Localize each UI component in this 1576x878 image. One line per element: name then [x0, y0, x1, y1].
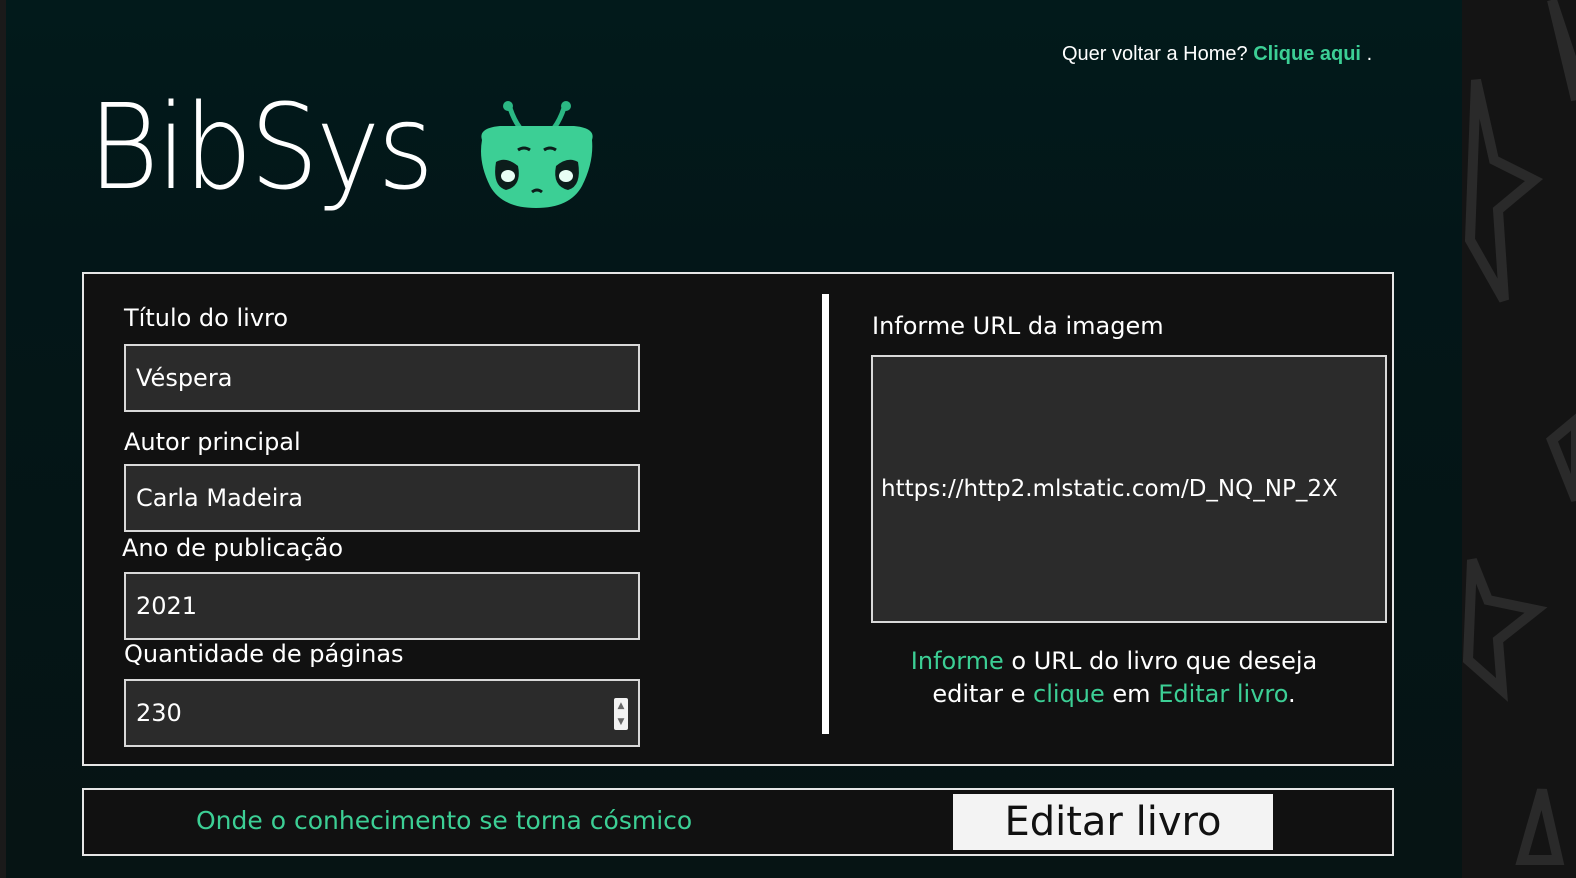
hint-highlight-informe: Informe: [910, 647, 1004, 675]
image-url-label: Informe URL da imagem: [872, 312, 1164, 340]
alien-mascot-icon: [481, 101, 593, 208]
author-input[interactable]: Carla Madeira: [124, 464, 640, 532]
pages-label: Quantidade de páginas: [124, 640, 404, 668]
hint-highlight-clique: clique: [1033, 680, 1105, 708]
edit-book-button[interactable]: Editar livro: [953, 794, 1273, 850]
image-url-input[interactable]: https://http2.mlstatic.com/D_NQ_NP_2X: [871, 355, 1387, 623]
bibsys-logo: BibSys: [88, 78, 434, 216]
hint-text-3: .: [1288, 680, 1296, 708]
pages-value: 230: [136, 699, 182, 727]
pages-input[interactable]: 230 ▲ ▼: [124, 679, 640, 747]
tagline: Onde o conhecimento se torna cósmico: [196, 806, 693, 835]
home-navigation: Quer voltar a Home? Clique aqui .: [1062, 43, 1372, 66]
home-prompt: Quer voltar a Home?: [1062, 43, 1248, 65]
starry-background: [1462, 0, 1576, 878]
hint-highlight-editar: Editar livro: [1158, 680, 1289, 708]
stepper-up-icon[interactable]: ▲: [614, 698, 628, 714]
title-label: Título do livro: [124, 304, 289, 332]
title-input[interactable]: Véspera: [124, 344, 640, 412]
stepper-down-icon[interactable]: ▼: [614, 714, 628, 730]
pages-stepper[interactable]: ▲ ▼: [614, 698, 628, 730]
year-label: Ano de publicação: [122, 534, 344, 562]
home-suffix: .: [1366, 43, 1373, 65]
year-input[interactable]: 2021: [124, 572, 640, 640]
form-divider: [822, 294, 829, 734]
home-link[interactable]: Clique aqui: [1253, 43, 1361, 65]
star-decoration-icons: [1462, 0, 1576, 865]
author-label: Autor principal: [124, 428, 301, 456]
edit-hint: Informe o URL do livro que deseja editar…: [872, 645, 1356, 711]
hint-text-2: em: [1104, 680, 1159, 708]
